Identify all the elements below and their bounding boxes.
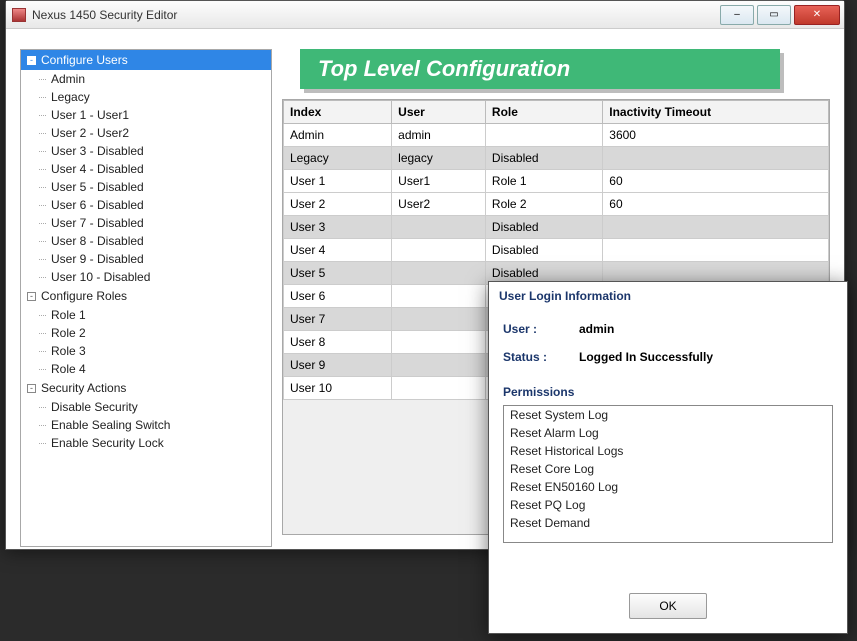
tree-group-configure-users[interactable]: - Configure Users xyxy=(21,50,271,70)
tree-item-user[interactable]: Admin xyxy=(21,70,271,88)
login-info-dialog: User Login Information User : admin Stat… xyxy=(488,281,848,634)
column-header[interactable]: User xyxy=(392,101,486,124)
close-button[interactable]: ✕ xyxy=(794,5,840,25)
collapse-icon[interactable]: - xyxy=(27,56,36,65)
tree-item-user[interactable]: User 6 - Disabled xyxy=(21,196,271,214)
table-cell: Disabled xyxy=(485,239,602,262)
tree-group-label: Configure Roles xyxy=(41,289,127,303)
permission-item[interactable]: Reset Demand xyxy=(504,514,832,532)
table-cell: Role 1 xyxy=(485,170,602,193)
table-cell xyxy=(392,331,486,354)
table-cell xyxy=(485,124,602,147)
table-cell: 3600 xyxy=(603,124,829,147)
tree-item-user[interactable]: User 7 - Disabled xyxy=(21,214,271,232)
tree-item-user[interactable]: User 2 - User2 xyxy=(21,124,271,142)
tree-item-user[interactable]: User 8 - Disabled xyxy=(21,232,271,250)
table-cell xyxy=(392,285,486,308)
table-cell: User 6 xyxy=(284,285,392,308)
tree-item-role[interactable]: Role 2 xyxy=(21,324,271,342)
tree-group-label: Security Actions xyxy=(41,381,126,395)
tree-group-security-actions[interactable]: - Security Actions xyxy=(21,378,271,398)
table-cell: admin xyxy=(392,124,486,147)
table-cell xyxy=(603,239,829,262)
user-label: User : xyxy=(503,322,579,336)
table-cell: Legacy xyxy=(284,147,392,170)
tree-item-action[interactable]: Enable Security Lock xyxy=(21,434,271,452)
table-cell: User 5 xyxy=(284,262,392,285)
column-header[interactable]: Index xyxy=(284,101,392,124)
tree-item-user[interactable]: User 10 - Disabled xyxy=(21,268,271,286)
titlebar[interactable]: Nexus 1450 Security Editor – ▭ ✕ xyxy=(6,1,844,29)
column-header[interactable]: Inactivity Timeout xyxy=(603,101,829,124)
table-row[interactable]: User 3 Disabled xyxy=(284,216,829,239)
table-cell: User 2 xyxy=(284,193,392,216)
tree-item-user[interactable]: Legacy xyxy=(21,88,271,106)
table-cell xyxy=(392,216,486,239)
status-value: Logged In Successfully xyxy=(579,350,713,364)
user-value: admin xyxy=(579,322,614,336)
table-cell: User2 xyxy=(392,193,486,216)
table-row[interactable]: User 1User1Role 160 xyxy=(284,170,829,193)
collapse-icon[interactable]: - xyxy=(27,384,36,393)
permissions-list[interactable]: Reset System LogReset Alarm LogReset His… xyxy=(503,405,833,543)
table-cell xyxy=(392,262,486,285)
table-cell xyxy=(392,239,486,262)
permission-item[interactable]: Reset PQ Log xyxy=(504,496,832,514)
window-title: Nexus 1450 Security Editor xyxy=(32,8,177,22)
maximize-button[interactable]: ▭ xyxy=(757,5,791,25)
table-cell: User 10 xyxy=(284,377,392,400)
tree-item-action[interactable]: Disable Security xyxy=(21,398,271,416)
tree-item-user[interactable]: User 1 - User1 xyxy=(21,106,271,124)
table-cell: 60 xyxy=(603,193,829,216)
table-cell: User 8 xyxy=(284,331,392,354)
column-header[interactable]: Role xyxy=(485,101,602,124)
tree-item-action[interactable]: Enable Sealing Switch xyxy=(21,416,271,434)
tree-item-user[interactable]: User 4 - Disabled xyxy=(21,160,271,178)
tree-item-user[interactable]: User 5 - Disabled xyxy=(21,178,271,196)
tree-item-user[interactable]: User 9 - Disabled xyxy=(21,250,271,268)
table-cell xyxy=(392,308,486,331)
table-cell: User 1 xyxy=(284,170,392,193)
tree-item-role[interactable]: Role 1 xyxy=(21,306,271,324)
table-cell xyxy=(603,216,829,239)
permission-item[interactable]: Reset System Log xyxy=(504,406,832,424)
status-label: Status : xyxy=(503,350,579,364)
permission-item[interactable]: Reset Core Log xyxy=(504,460,832,478)
tree-item-user[interactable]: User 3 - Disabled xyxy=(21,142,271,160)
nav-tree[interactable]: - Configure Users AdminLegacyUser 1 - Us… xyxy=(20,49,272,547)
table-cell: Admin xyxy=(284,124,392,147)
table-cell xyxy=(392,377,486,400)
table-cell: User 7 xyxy=(284,308,392,331)
permissions-label: Permissions xyxy=(503,385,833,399)
tree-group-label: Configure Users xyxy=(41,53,128,67)
ok-button[interactable]: OK xyxy=(629,593,707,619)
table-cell xyxy=(392,354,486,377)
table-cell: Role 2 xyxy=(485,193,602,216)
collapse-icon[interactable]: - xyxy=(27,292,36,301)
table-row[interactable]: LegacylegacyDisabled xyxy=(284,147,829,170)
permission-item[interactable]: Reset Alarm Log xyxy=(504,424,832,442)
dialog-title: User Login Information xyxy=(489,282,847,307)
tree-group-configure-roles[interactable]: - Configure Roles xyxy=(21,286,271,306)
table-cell: 60 xyxy=(603,170,829,193)
table-row[interactable]: User 4 Disabled xyxy=(284,239,829,262)
minimize-button[interactable]: – xyxy=(720,5,754,25)
table-row[interactable]: User 2User2Role 260 xyxy=(284,193,829,216)
table-cell: Disabled xyxy=(485,147,602,170)
table-cell: User 9 xyxy=(284,354,392,377)
permission-item[interactable]: Reset EN50160 Log xyxy=(504,478,832,496)
table-cell: User1 xyxy=(392,170,486,193)
table-cell: User 3 xyxy=(284,216,392,239)
table-cell: User 4 xyxy=(284,239,392,262)
tree-item-role[interactable]: Role 4 xyxy=(21,360,271,378)
tree-item-role[interactable]: Role 3 xyxy=(21,342,271,360)
page-title: Top Level Configuration xyxy=(300,49,780,89)
table-cell: legacy xyxy=(392,147,486,170)
permission-item[interactable]: Reset Historical Logs xyxy=(504,442,832,460)
table-cell: Disabled xyxy=(485,216,602,239)
table-row[interactable]: Adminadmin 3600 xyxy=(284,124,829,147)
table-cell xyxy=(603,147,829,170)
app-icon xyxy=(12,8,26,22)
